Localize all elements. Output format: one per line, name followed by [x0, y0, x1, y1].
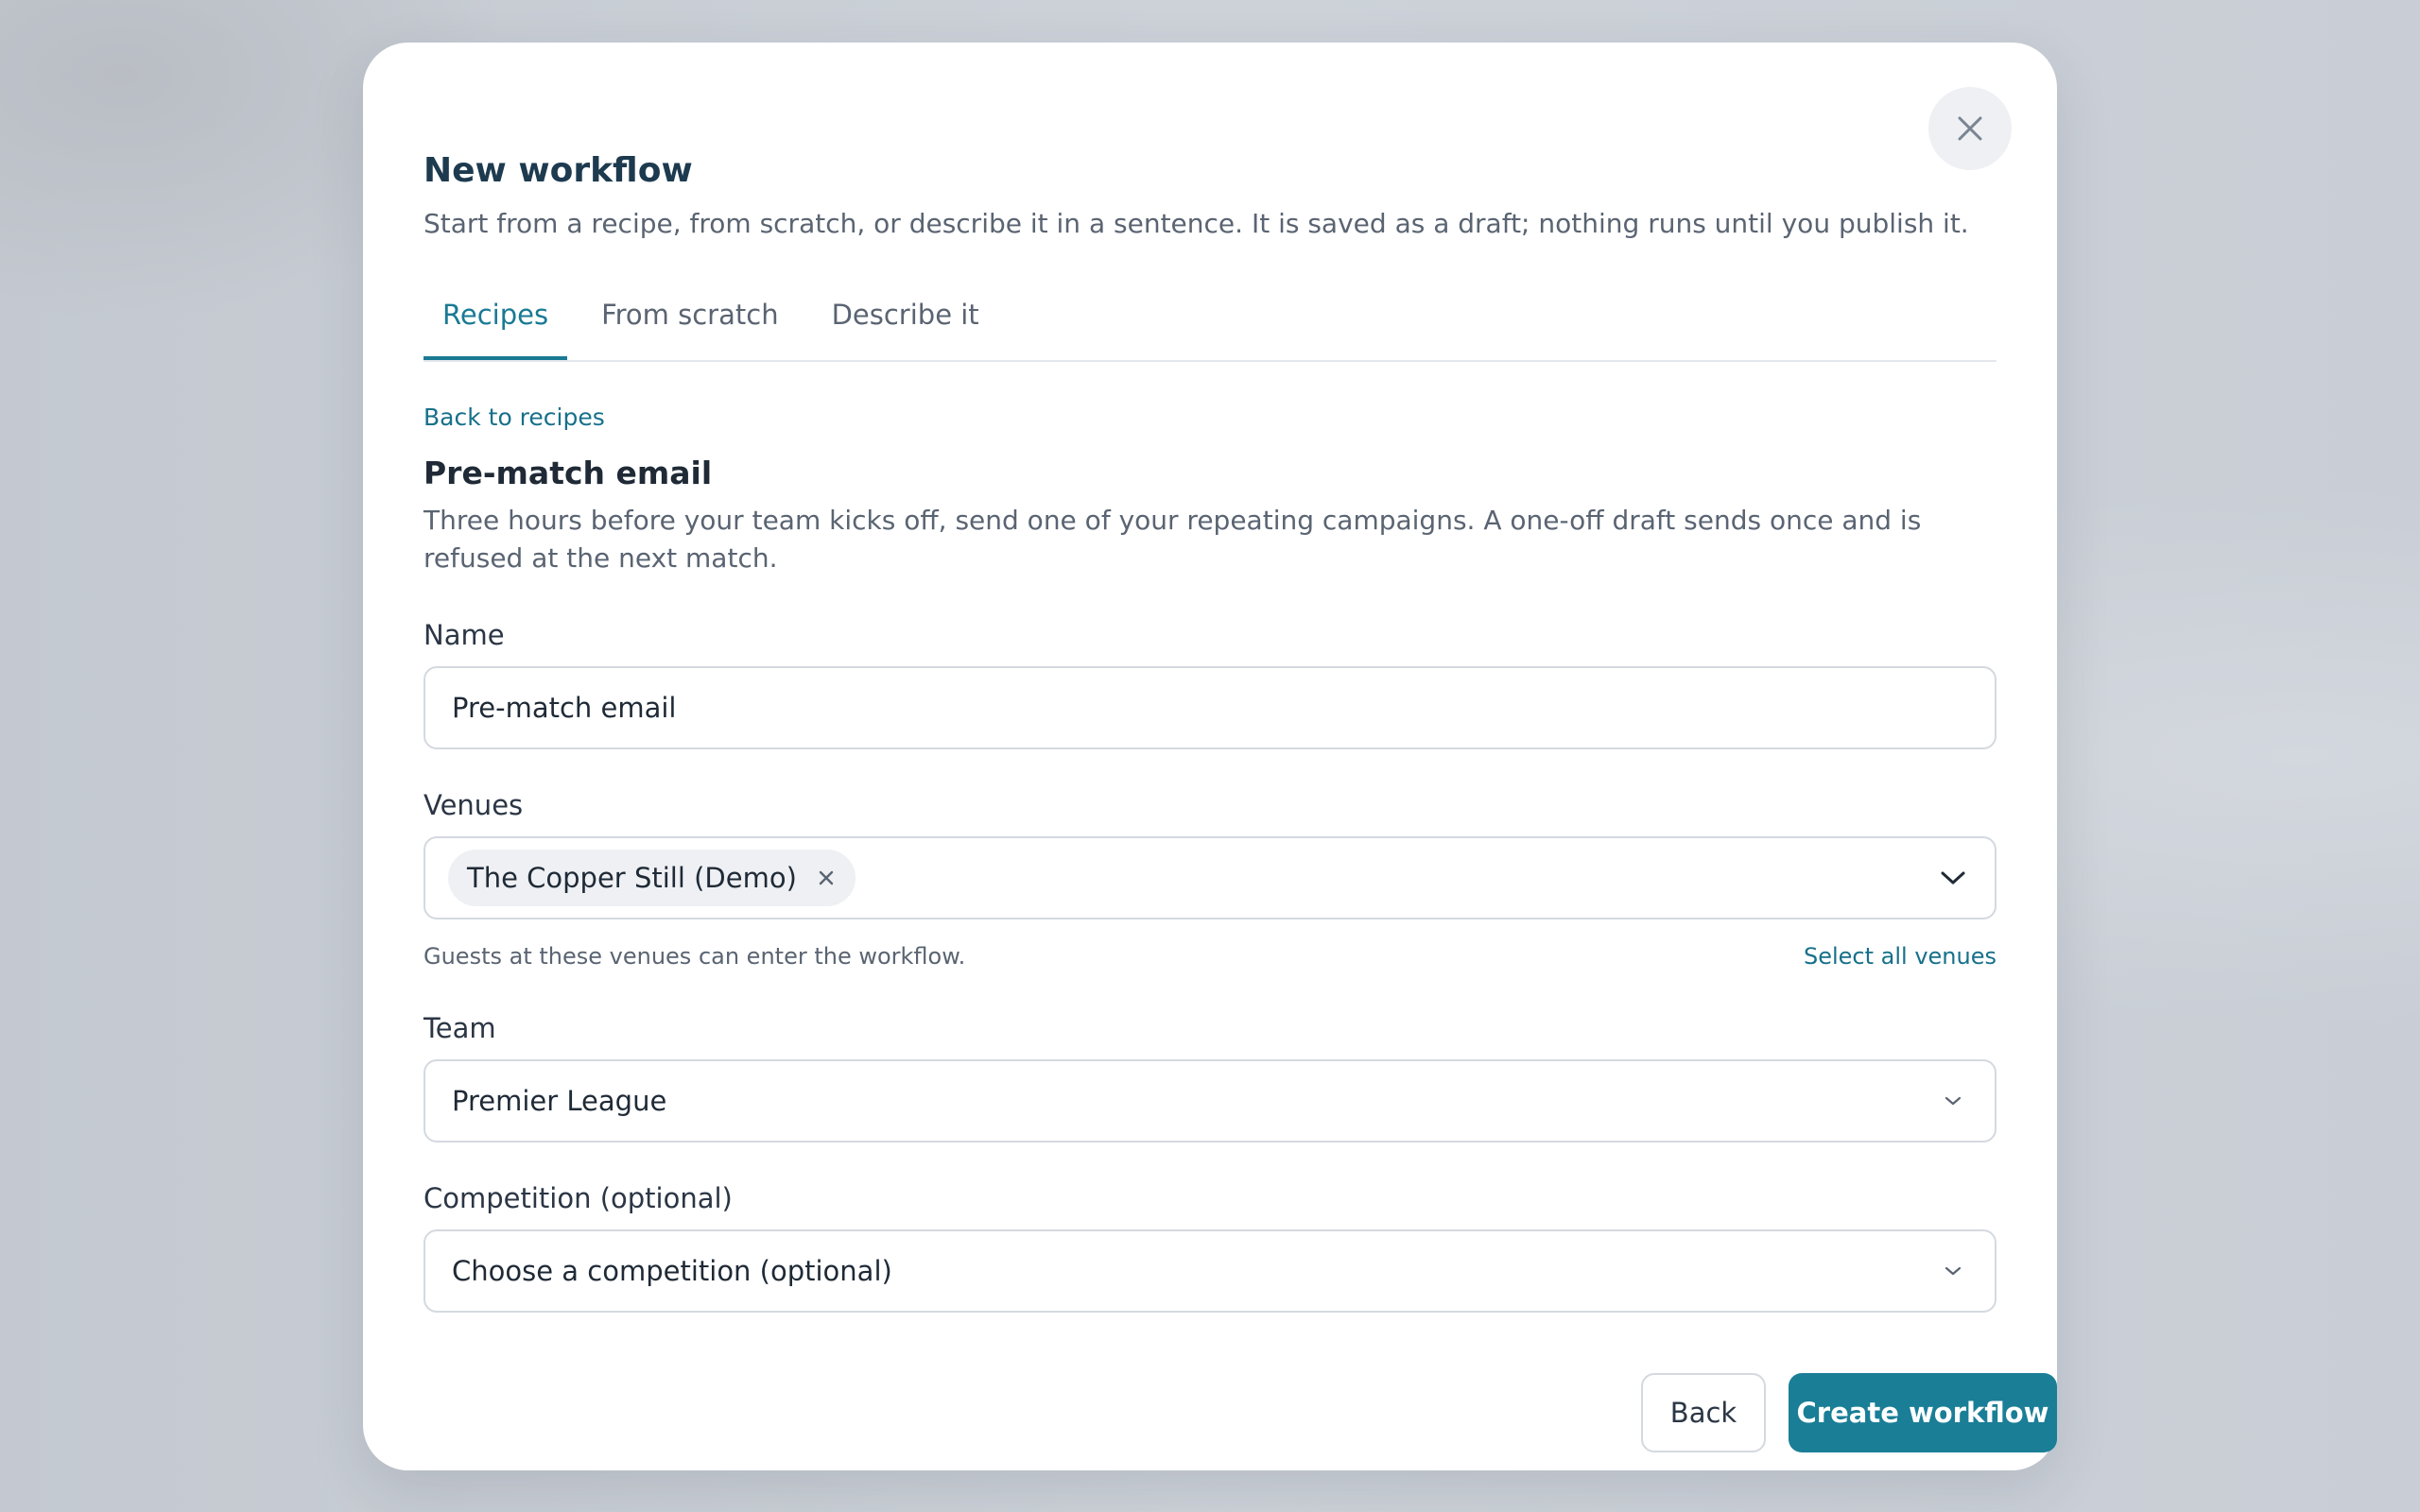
venues-helper-text: Guests at these venues can enter the wor… — [424, 943, 966, 970]
back-button[interactable]: Back — [1641, 1373, 1766, 1452]
competition-select-placeholder: Choose a competition (optional) — [452, 1255, 892, 1287]
select-all-venues-link[interactable]: Select all venues — [1804, 940, 1996, 972]
create-workflow-button[interactable]: Create workflow — [1789, 1373, 2057, 1452]
x-icon — [819, 870, 834, 885]
team-dropdown-arrow — [1938, 1086, 1968, 1116]
chevron-down-icon — [1945, 1096, 1962, 1106]
venue-chip-remove-button[interactable] — [816, 868, 837, 888]
venues-multiselect[interactable]: The Copper Still (Demo) — [424, 836, 1996, 919]
name-label: Name — [424, 619, 505, 651]
recipe-title: Pre-match email — [424, 455, 713, 491]
venue-chip-label: The Copper Still (Demo) — [467, 862, 797, 894]
competition-dropdown-arrow — [1938, 1256, 1968, 1286]
tab-recipes[interactable]: Recipes — [424, 279, 568, 360]
new-workflow-dialog: New workflow Start from a recipe, from s… — [363, 43, 2057, 1470]
venues-label: Venues — [424, 789, 524, 821]
competition-select[interactable]: Choose a competition (optional) — [424, 1229, 1996, 1313]
recipe-description: Three hours before your team kicks off, … — [424, 505, 1922, 574]
name-field-box — [424, 666, 1996, 749]
tab-bar: Recipes From scratch Describe it — [424, 279, 1996, 362]
chevron-down-icon — [1945, 1266, 1962, 1276]
team-label: Team — [424, 1012, 496, 1044]
chevron-down-icon — [1941, 871, 1965, 885]
close-icon — [1958, 116, 1982, 141]
team-select[interactable]: Premier League — [424, 1059, 1996, 1143]
back-to-recipes-link[interactable]: Back to recipes — [424, 402, 605, 434]
dialog-title: New workflow — [424, 151, 693, 190]
venues-dropdown-toggle[interactable] — [1938, 863, 1968, 893]
tab-describe-it[interactable]: Describe it — [813, 279, 998, 360]
name-input[interactable] — [452, 692, 1968, 724]
dialog-subtitle: Start from a recipe, from scratch, or de… — [424, 208, 1969, 239]
tab-from-scratch[interactable]: From scratch — [582, 279, 798, 360]
venue-chip: The Copper Still (Demo) — [448, 850, 856, 906]
close-button[interactable] — [1928, 87, 2012, 170]
team-select-value: Premier League — [452, 1085, 667, 1117]
competition-label: Competition (optional) — [424, 1182, 733, 1214]
